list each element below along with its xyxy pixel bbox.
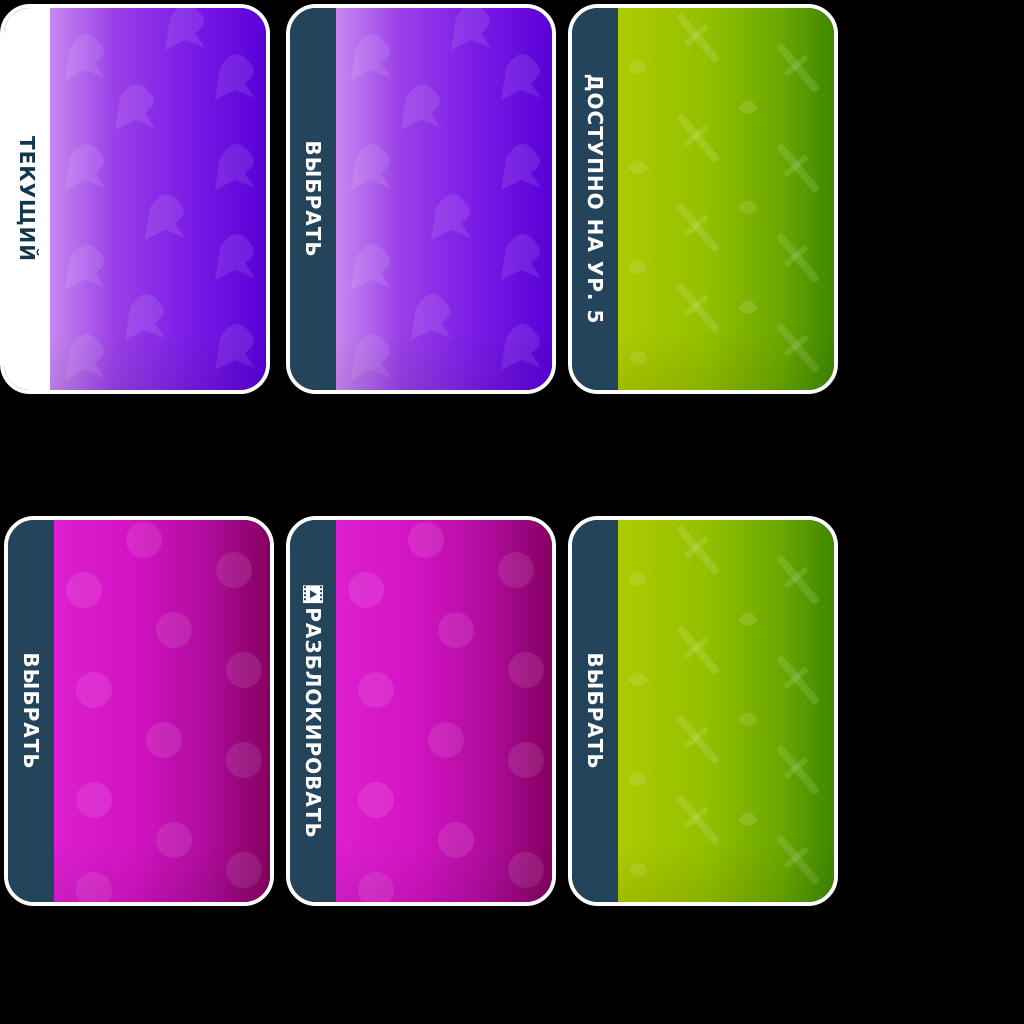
skin-preview	[618, 8, 834, 390]
skin-preview	[336, 8, 552, 390]
select-label: ВЫБРАТЬ	[583, 652, 607, 770]
select-label: ВЫБРАТЬ	[19, 652, 43, 770]
unlock-label-group: РАЗБЛОКИРОВАТЬ	[301, 583, 325, 839]
skin-preview	[618, 520, 834, 902]
skin-preview	[336, 520, 552, 902]
card-status-strip: ТЕКУЩИЙ	[4, 8, 50, 390]
skin-card-green-select[interactable]: ВЫБРАТЬ	[568, 516, 838, 906]
select-button[interactable]: ВЫБРАТЬ	[572, 520, 618, 902]
skin-selection-grid: ТЕКУЩИЙ ВЫБРАТЬ ДОСТУПНО НА УР. 5 ВЫБРАТ…	[0, 0, 1024, 1024]
skin-preview	[54, 520, 270, 902]
skin-card-green-locked[interactable]: ДОСТУПНО НА УР. 5	[568, 4, 838, 394]
skin-preview	[50, 8, 266, 390]
level-lock-strip: ДОСТУПНО НА УР. 5	[572, 8, 618, 390]
video-icon	[303, 584, 323, 604]
skin-card-purple-current[interactable]: ТЕКУЩИЙ	[0, 4, 270, 394]
unlock-label: РАЗБЛОКИРОВАТЬ	[301, 607, 325, 839]
skin-card-magenta-unlock[interactable]: РАЗБЛОКИРОВАТЬ	[286, 516, 556, 906]
level-requirement-label: ДОСТУПНО НА УР. 5	[583, 73, 607, 325]
select-label: ВЫБРАТЬ	[301, 140, 325, 258]
card-status-label: ТЕКУЩИЙ	[15, 135, 39, 263]
skin-card-magenta-select[interactable]: ВЫБРАТЬ	[4, 516, 274, 906]
unlock-video-button[interactable]: РАЗБЛОКИРОВАТЬ	[290, 520, 336, 902]
skin-card-purple-select[interactable]: ВЫБРАТЬ	[286, 4, 556, 394]
select-button[interactable]: ВЫБРАТЬ	[290, 8, 336, 390]
select-button[interactable]: ВЫБРАТЬ	[8, 520, 54, 902]
